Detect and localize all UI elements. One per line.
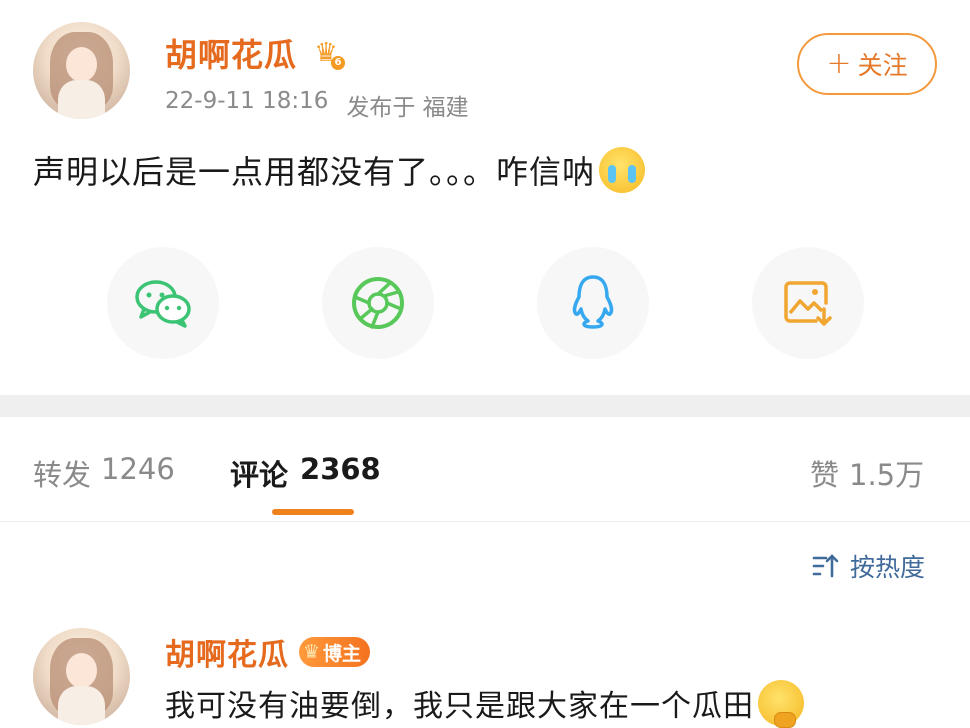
tab-comment[interactable]: 评论 2368 <box>230 452 381 494</box>
follow-button[interactable]: + 关注 <box>797 33 937 95</box>
comment-author-row: 胡啊花瓜 ♛ 博主 <box>165 630 371 674</box>
tab-repost-label: 转发 <box>33 458 92 492</box>
tab-repost-count: 1246 <box>101 452 175 486</box>
comment-body: 我可没有油要倒，我只是跟大家在一个瓜田 <box>165 680 804 728</box>
tab-like-count: 1.5万 <box>849 458 925 492</box>
share-qq-button[interactable] <box>537 247 649 359</box>
crown-badge-icon: ♛ <box>303 641 321 663</box>
moments-shutter-icon <box>352 277 404 329</box>
plus-icon: + <box>826 46 852 81</box>
post-date: 22-9-11 18:16 <box>165 88 329 114</box>
follow-label: 关注 <box>857 51 908 80</box>
tab-bar-divider <box>0 521 970 522</box>
comment-text: 我可没有油要倒，我只是跟大家在一个瓜田 <box>165 689 754 724</box>
post-author-row: 胡啊花瓜 ♛ 6 <box>165 30 346 76</box>
post-meta: 22-9-11 18:16 发布于 福建 <box>165 88 469 122</box>
tab-like[interactable]: 赞 1.5万 <box>810 452 924 494</box>
tab-repost[interactable]: 转发 1246 <box>33 452 175 494</box>
post-location: 发布于 福建 <box>346 95 469 121</box>
author-badge: ♛ 博主 <box>299 637 371 667</box>
share-moments-button[interactable] <box>322 247 434 359</box>
image-download-icon <box>784 281 832 326</box>
post-text: 声明以后是一点用都没有了。。。咋信呐 <box>33 153 596 191</box>
post-author-name[interactable]: 胡啊花瓜 <box>165 30 297 76</box>
qq-penguin-icon <box>572 275 614 329</box>
crying-face-emoji-icon <box>599 147 646 193</box>
post-body: 声明以后是一点用都没有了。。。咋信呐 <box>33 147 646 193</box>
tab-comment-count: 2368 <box>300 452 381 486</box>
wechat-icon <box>135 280 191 328</box>
share-save-image-button[interactable] <box>752 247 864 359</box>
thinking-face-emoji-icon <box>758 680 804 728</box>
section-divider <box>0 395 970 417</box>
tab-like-label: 赞 <box>810 458 840 492</box>
comment-author-name[interactable]: 胡啊花瓜 <box>165 630 289 674</box>
sort-label: 按热度 <box>850 553 926 582</box>
author-badge-label: 博主 <box>323 642 362 665</box>
tab-comment-label: 评论 <box>230 458 289 492</box>
post-author-avatar[interactable] <box>33 22 130 119</box>
active-tab-indicator <box>272 509 354 515</box>
share-wechat-button[interactable] <box>107 247 219 359</box>
sort-icon <box>812 554 839 578</box>
comment-author-avatar[interactable] <box>33 628 130 725</box>
vip-crown-icon: ♛ 6 <box>309 38 346 70</box>
sort-button[interactable]: 按热度 <box>812 548 925 584</box>
